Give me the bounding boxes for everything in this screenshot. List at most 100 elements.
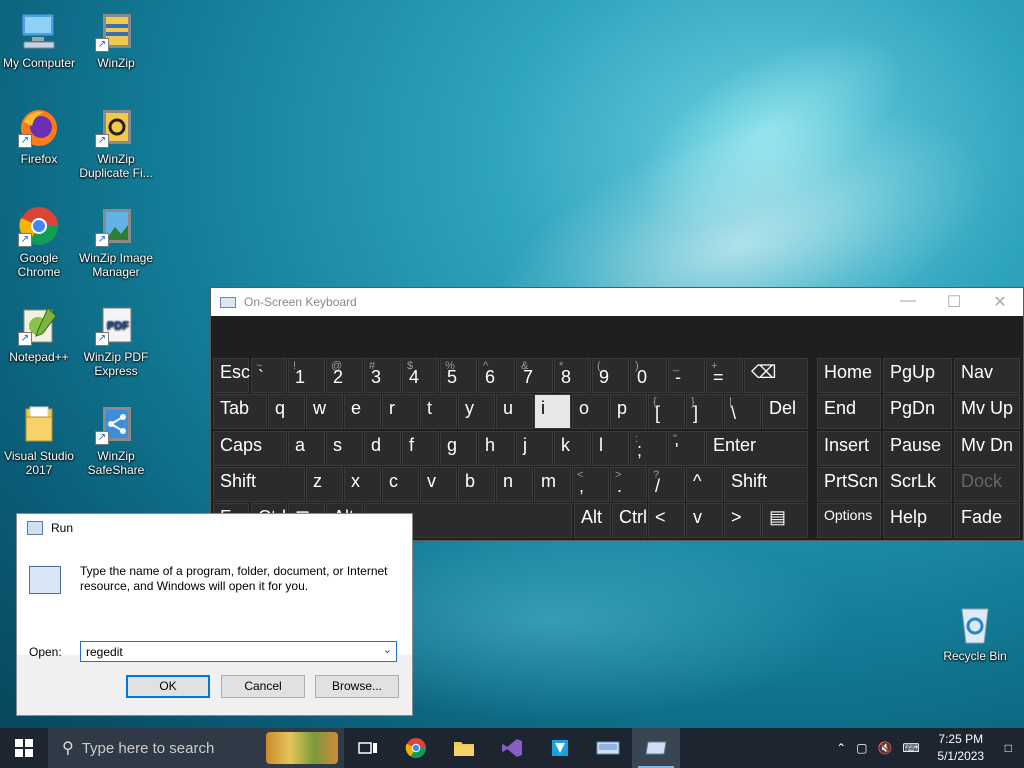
osk-key[interactable]: Shift [724,467,808,502]
osk-key[interactable]: w [306,394,343,429]
osk-nav-key[interactable]: Help [883,503,952,538]
osk-nav-key[interactable]: Insert [817,431,881,466]
osk-key[interactable]: r [382,394,419,429]
taskbar-on-screen-keyboard[interactable] [584,728,632,768]
chevron-down-icon[interactable]: ⌄ [383,643,392,656]
start-button[interactable] [0,728,48,768]
osk-key[interactable]: x [344,467,381,502]
osk-nav-key[interactable]: Fade [954,503,1020,538]
osk-key[interactable]: }] [686,394,723,429]
task-view-button[interactable] [344,728,392,768]
osk-nav-key[interactable]: Dock [954,467,1020,502]
taskbar-app[interactable] [536,728,584,768]
osk-key[interactable]: {[ [648,394,685,429]
open-input[interactable] [81,643,371,661]
osk-key[interactable]: $4 [402,358,439,393]
osk-key[interactable]: * 8 [554,358,591,393]
desktop-icon-winzip[interactable]: ↗ WinZip [78,10,154,70]
desktop-icon-google-chrome[interactable]: ↗ Google Chrome [1,205,77,279]
osk-key[interactable]: Ctrl [612,503,647,538]
osk-key[interactable]: v [420,467,457,502]
osk-nav-key[interactable]: Options [817,503,881,538]
open-combobox[interactable]: ⌄ [80,641,397,662]
osk-nav-key[interactable]: Home [817,358,881,393]
osk-key[interactable]: Esc [213,358,250,393]
osk-nav-key[interactable]: Pause [883,431,952,466]
desktop-icon-my-computer[interactable]: My Computer [1,10,77,70]
osk-key[interactable]: < [648,503,685,538]
osk-key[interactable]: ~ ` [251,358,287,393]
desktop-icon-winzip-safeshare[interactable]: ↗ WinZip SafeShare [78,403,154,477]
osk-nav-key[interactable]: Nav [954,358,1020,393]
osk-key[interactable]: #3 [364,358,401,393]
osk-key[interactable]: ) 0 [630,358,667,393]
volume-muted-icon[interactable]: 🔇 [872,741,897,755]
taskbar-visual-studio[interactable] [488,728,536,768]
osk-key[interactable]: @2 [326,358,363,393]
osk-key[interactable]: | \ [724,394,761,429]
osk-key[interactable]: z [306,467,343,502]
search-box[interactable]: ⚲ Type here to search [48,728,344,768]
osk-key[interactable]: > [724,503,761,538]
osk-key[interactable]: k [554,431,591,466]
osk-key[interactable]: y [458,394,495,429]
maximize-button[interactable]: ☐ [931,292,977,312]
osk-key[interactable]: Del [762,394,808,429]
osk-key[interactable]: ▤ [762,503,808,538]
osk-key[interactable]: d [364,431,401,466]
desktop-icon-recycle-bin[interactable]: Recycle Bin [937,603,1013,663]
browse-button[interactable]: Browse... [315,675,399,698]
desktop-icon-winzip-duplicate-finder[interactable]: ↗ WinZip Duplicate Fi... [78,106,154,180]
osk-key[interactable]: ! 1 [288,358,325,393]
osk-key[interactable]: u [496,394,533,429]
clock[interactable]: 7:25 PM 5/1/2023 [925,731,997,765]
osk-key[interactable]: f [402,431,439,466]
osk-key[interactable]: c [382,467,419,502]
osk-key[interactable]: q [268,394,305,429]
network-icon[interactable]: ▢ [851,741,872,755]
osk-key[interactable]: ^ [686,467,723,502]
osk-key[interactable]: ? / [648,467,685,502]
osk-key[interactable]: :; [630,431,667,466]
osk-key[interactable]: Tab [213,394,267,429]
run-titlebar[interactable]: Run [17,514,412,542]
osk-key[interactable]: Enter [706,431,808,466]
desktop-icon-winzip-image-manager[interactable]: ↗ WinZip Image Manager [78,205,154,279]
osk-key[interactable]: Shift [213,467,305,502]
desktop-icon-firefox[interactable]: ↗ Firefox [1,106,77,166]
close-button[interactable]: ✕ [977,292,1023,312]
osk-nav-key[interactable]: Mv Up [954,394,1020,429]
osk-key[interactable]: " ' [668,431,705,466]
osk-key[interactable]: t [420,394,457,429]
osk-key[interactable]: i [534,394,571,429]
osk-key[interactable]: a [288,431,325,466]
osk-key[interactable]: l [592,431,629,466]
osk-key[interactable]: b [458,467,495,502]
osk-key[interactable]: + = [706,358,743,393]
taskbar-run[interactable] [632,728,680,768]
chevron-up-icon[interactable]: ⌃ [831,741,851,755]
minimize-button[interactable]: — [885,292,931,312]
taskbar-chrome[interactable] [392,728,440,768]
osk-key[interactable]: n [496,467,533,502]
osk-key[interactable]: h [478,431,515,466]
ok-button[interactable]: OK [126,675,210,698]
osk-key[interactable]: % 5 [440,358,477,393]
osk-key[interactable]: e [344,394,381,429]
osk-nav-key[interactable]: Mv Dn [954,431,1020,466]
desktop-icon-visual-studio-2017[interactable]: Visual Studio 2017 [1,403,77,477]
osk-key[interactable]: _ - [668,358,705,393]
taskbar-file-explorer[interactable] [440,728,488,768]
osk-key[interactable]: ⌫ [744,358,808,393]
osk-key[interactable]: j [516,431,553,466]
osk-key[interactable]: >. [610,467,647,502]
osk-key[interactable]: (9 [592,358,629,393]
osk-nav-key[interactable]: End [817,394,881,429]
desktop-icon-winzip-pdf-express[interactable]: PDF ↗ WinZip PDF Express [78,304,154,378]
osk-nav-key[interactable]: PgUp [883,358,952,393]
osk-nav-key[interactable]: ScrLk [883,467,952,502]
osk-nav-key[interactable]: PrtScn [817,467,881,502]
osk-key[interactable]: & 7 [516,358,553,393]
osk-key[interactable]: s [326,431,363,466]
keyboard-icon[interactable]: ⌨ [897,741,924,755]
